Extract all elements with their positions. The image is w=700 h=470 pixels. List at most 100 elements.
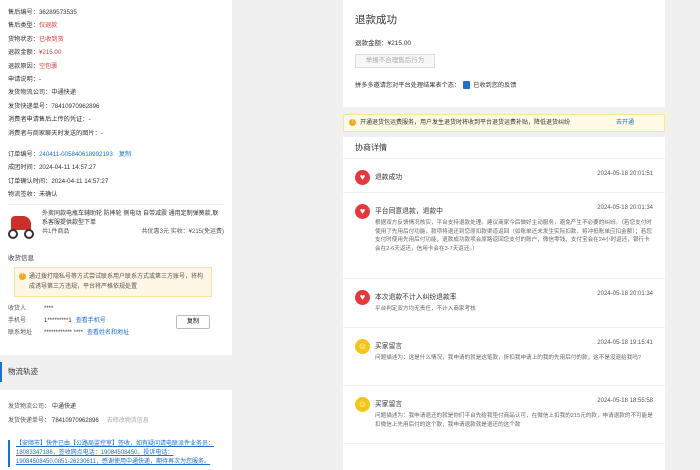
info-label: 退款金额：	[8, 49, 39, 57]
product-count: 共1件商品	[42, 229, 70, 236]
event-body: 根据双方反馈情况核实，平台支持退款处理。建议商家今后做好主动服务，避免产生不必要…	[375, 220, 652, 252]
negotiation-event: ☺ 买家留言 2024-05-18 18:55:58 问题描述为：我申请退还的就是你们…	[343, 386, 665, 444]
enable-freight-link[interactable]: 去开通	[616, 115, 634, 131]
event-time: 2024-05-18 20:01:34	[597, 291, 653, 297]
event-time: 2024-05-18 20:01:34	[597, 205, 653, 211]
contact-label: 手机号	[8, 318, 27, 325]
event-title: 本次退款不计入纠纷退款率	[375, 294, 457, 301]
info-value: 仅退款	[38, 22, 58, 30]
product-image	[8, 210, 36, 240]
negotiation-event: ♥ 平台同意退款，退款中 2024-05-18 20:01:34 根据双方反馈情况核实…	[343, 193, 665, 279]
right-column: 退款成功 退款金额：¥215.00 举报不合理售后行为 拼多多邀请您对平台处理结…	[343, 0, 665, 470]
order-value: 240411-005840618992193	[38, 150, 113, 158]
info-value: -	[88, 116, 91, 124]
info-row: 消费者申请售后上传的凭证：-	[8, 113, 224, 126]
receiver-contact: 收货人 **** 手机号 1*********1 查看手机号联系地址 **********…	[8, 303, 224, 339]
order-info: 订单编号：240411-005840618992193 复制 成团时间：2024-0…	[8, 148, 224, 202]
event-body: 问题描述为：这是什么情况，我申请的就是这笔款，折扣我申请上的我的先用后付的款，这…	[375, 355, 642, 361]
platform-heart-icon: ♥	[355, 290, 370, 305]
event-title: 退款成功	[375, 174, 403, 181]
info-value: -	[100, 129, 103, 137]
info-label: 消费者申请售后上传的凭证：	[8, 116, 89, 124]
order-row: 订单编号：240411-005840618992193 复制	[8, 148, 224, 161]
order-info-card: 售后编号：36289573535 售后类型：仅退款 货物状态：已收到货 退款金额：¥2…	[0, 0, 232, 355]
negotiation-event: ♥ 退款成功 2024-05-18 20:01:51	[343, 159, 665, 193]
logistics-card: 发货物流公司： 中通快递 发货快递单号： 78410970962896 去修改物…	[0, 390, 232, 470]
info-label: 退款原因：	[8, 62, 39, 70]
info-label: 发货快递单号：	[8, 102, 52, 110]
copy-address-button[interactable]: 复制	[176, 315, 210, 330]
product-summary[interactable]: 外卖同款电瓶车辅助轮 防摔轮 侧电动 自带减震 通用定制弹簧款,联系客服提供款型…	[8, 210, 224, 244]
report-button[interactable]: 举报不合理售后行为	[355, 54, 435, 68]
refund-status-card: 退款成功 退款金额：¥215.00 举报不合理售后行为 拼多多邀请您对平台处理结…	[343, 0, 665, 107]
feedback-done: 已收到您的反馈	[473, 82, 517, 89]
order-label: 物流签收：	[8, 191, 39, 199]
event-time: 2024-05-18 19:15:41	[597, 340, 653, 346]
contact-row: 联系地址 ************ **** 查看姓名和地址	[8, 327, 224, 339]
modify-logistics-link[interactable]: 去修改物流信息	[107, 414, 149, 428]
negotiation-event: ♥ 本次退款不计入纠纷退款率 2024-05-18 20:01:34 平台判定双方均无…	[343, 279, 665, 328]
info-value: 已收到货	[38, 35, 64, 43]
order-label: 成团时间：	[8, 164, 39, 172]
logistics-title: 物流轨迹	[0, 362, 232, 382]
buyer-avatar-icon: ☺	[355, 339, 370, 354]
info-label: 售后类型：	[8, 22, 39, 30]
warning-icon: !	[349, 119, 356, 126]
receiver-section-title: 收货信息	[8, 255, 34, 263]
tracking-number: 78410970962896	[52, 418, 99, 424]
negotiation-title: 协商详情	[343, 137, 665, 159]
freight-notice: ! 开通退货包运费服务，用户发生退货时将收到平台退货运费补贴，降低退货纠纷 去开…	[343, 114, 665, 132]
product-title: 外卖同款电瓶车辅助轮 防摔轮 侧电动 自带减震 通用定制弹簧款,联系客服提供款型…	[42, 211, 219, 227]
info-value: ¥215.00	[38, 49, 62, 57]
event-time: 2024-05-18 18:55:58	[597, 398, 653, 404]
negotiation-event: ☺ 买家留言 2024-05-18 19:15:41 问题描述为：这是什么情况，我申请…	[343, 328, 665, 386]
thumbs-up-icon[interactable]	[463, 80, 471, 89]
contact-reveal-link[interactable]: 查看手机号	[76, 315, 106, 327]
event-time: 2024-05-18 20:01:51	[597, 171, 653, 177]
event-title: 买家留言	[375, 401, 403, 408]
info-row: 发货快递单号：78410970962896	[8, 100, 224, 113]
info-label: 售后编号：	[8, 9, 39, 16]
order-value: 2024-04-11 14:57:27	[38, 164, 96, 172]
info-row: 申请说明：-	[8, 73, 224, 86]
contact-value: 1*********1	[44, 318, 72, 325]
copy-order-link[interactable]: 复制	[119, 151, 131, 158]
order-value: 2024-04-11 14:57:27	[51, 177, 109, 185]
event-body: 问题描述为：我申请退还的就是你们平台先给我垫付商品认可，在微信上扣我的215元的…	[375, 413, 653, 428]
info-row: 发货物流公司：中通快递	[8, 86, 224, 99]
platform-heart-icon: ♥	[355, 170, 370, 185]
contact-value: ****	[44, 306, 54, 313]
order-row: 成团时间：2024-04-11 14:57:27	[8, 161, 224, 174]
info-value: -	[38, 75, 41, 83]
info-row: 退款金额：¥215.00	[8, 46, 224, 59]
feedback-question: 拼多多邀请您对平台处理结果表个态：	[355, 82, 461, 89]
info-row: 售后编号：36289573535	[8, 6, 224, 19]
info-value: 78410970962896	[51, 102, 100, 110]
order-label: 订单编号：	[8, 150, 39, 158]
refund-status-title: 退款成功	[355, 14, 397, 26]
refund-amount: 退款金额：¥215.00	[355, 40, 411, 47]
contact-reveal-link[interactable]: 查看姓名和地址	[87, 327, 129, 339]
info-label: 申请说明：	[8, 75, 39, 83]
info-label: 消费者与商家聊天时发送的图片：	[8, 129, 101, 137]
info-value: 空包裹	[38, 62, 58, 70]
buyer-avatar-icon: ☺	[355, 397, 370, 412]
info-row: 货物状态：已收到货	[8, 33, 224, 46]
info-value: 36289573535	[38, 9, 77, 16]
event-title: 平台同意退款，退款中	[375, 208, 443, 215]
product-paid: 实收：¥215(免运费)	[170, 229, 224, 236]
order-label: 订单确认时间：	[8, 177, 52, 185]
contact-value: ************ ****	[44, 330, 84, 337]
negotiation-panel: 协商详情 ♥ 退款成功 2024-05-18 20:01:51 ♥ 平台同意退款，退款中…	[343, 137, 665, 470]
info-value: 中通快递	[51, 89, 77, 97]
warning-icon: !	[19, 273, 26, 281]
tracking-number-label: 发货快递单号：	[8, 418, 51, 424]
privacy-warning: ! 通过拨打隐私号等方式尝试联系用户联系方式或第三方账号，将构成诱导第三方违规，…	[14, 267, 212, 298]
info-row: 退款原因：空包裹	[8, 60, 224, 73]
info-row: 售后类型：仅退款	[8, 19, 224, 32]
contact-label: 收货人	[8, 306, 27, 313]
tracking-event: 【安顺市】快件已由【公路局监控室】签收，如有疑问请电联派件业务员：1808334…	[8, 440, 224, 467]
info-label: 货物状态：	[8, 35, 39, 43]
contact-label: 联系地址	[8, 330, 33, 337]
logistics-company: 中通快递	[52, 404, 77, 410]
